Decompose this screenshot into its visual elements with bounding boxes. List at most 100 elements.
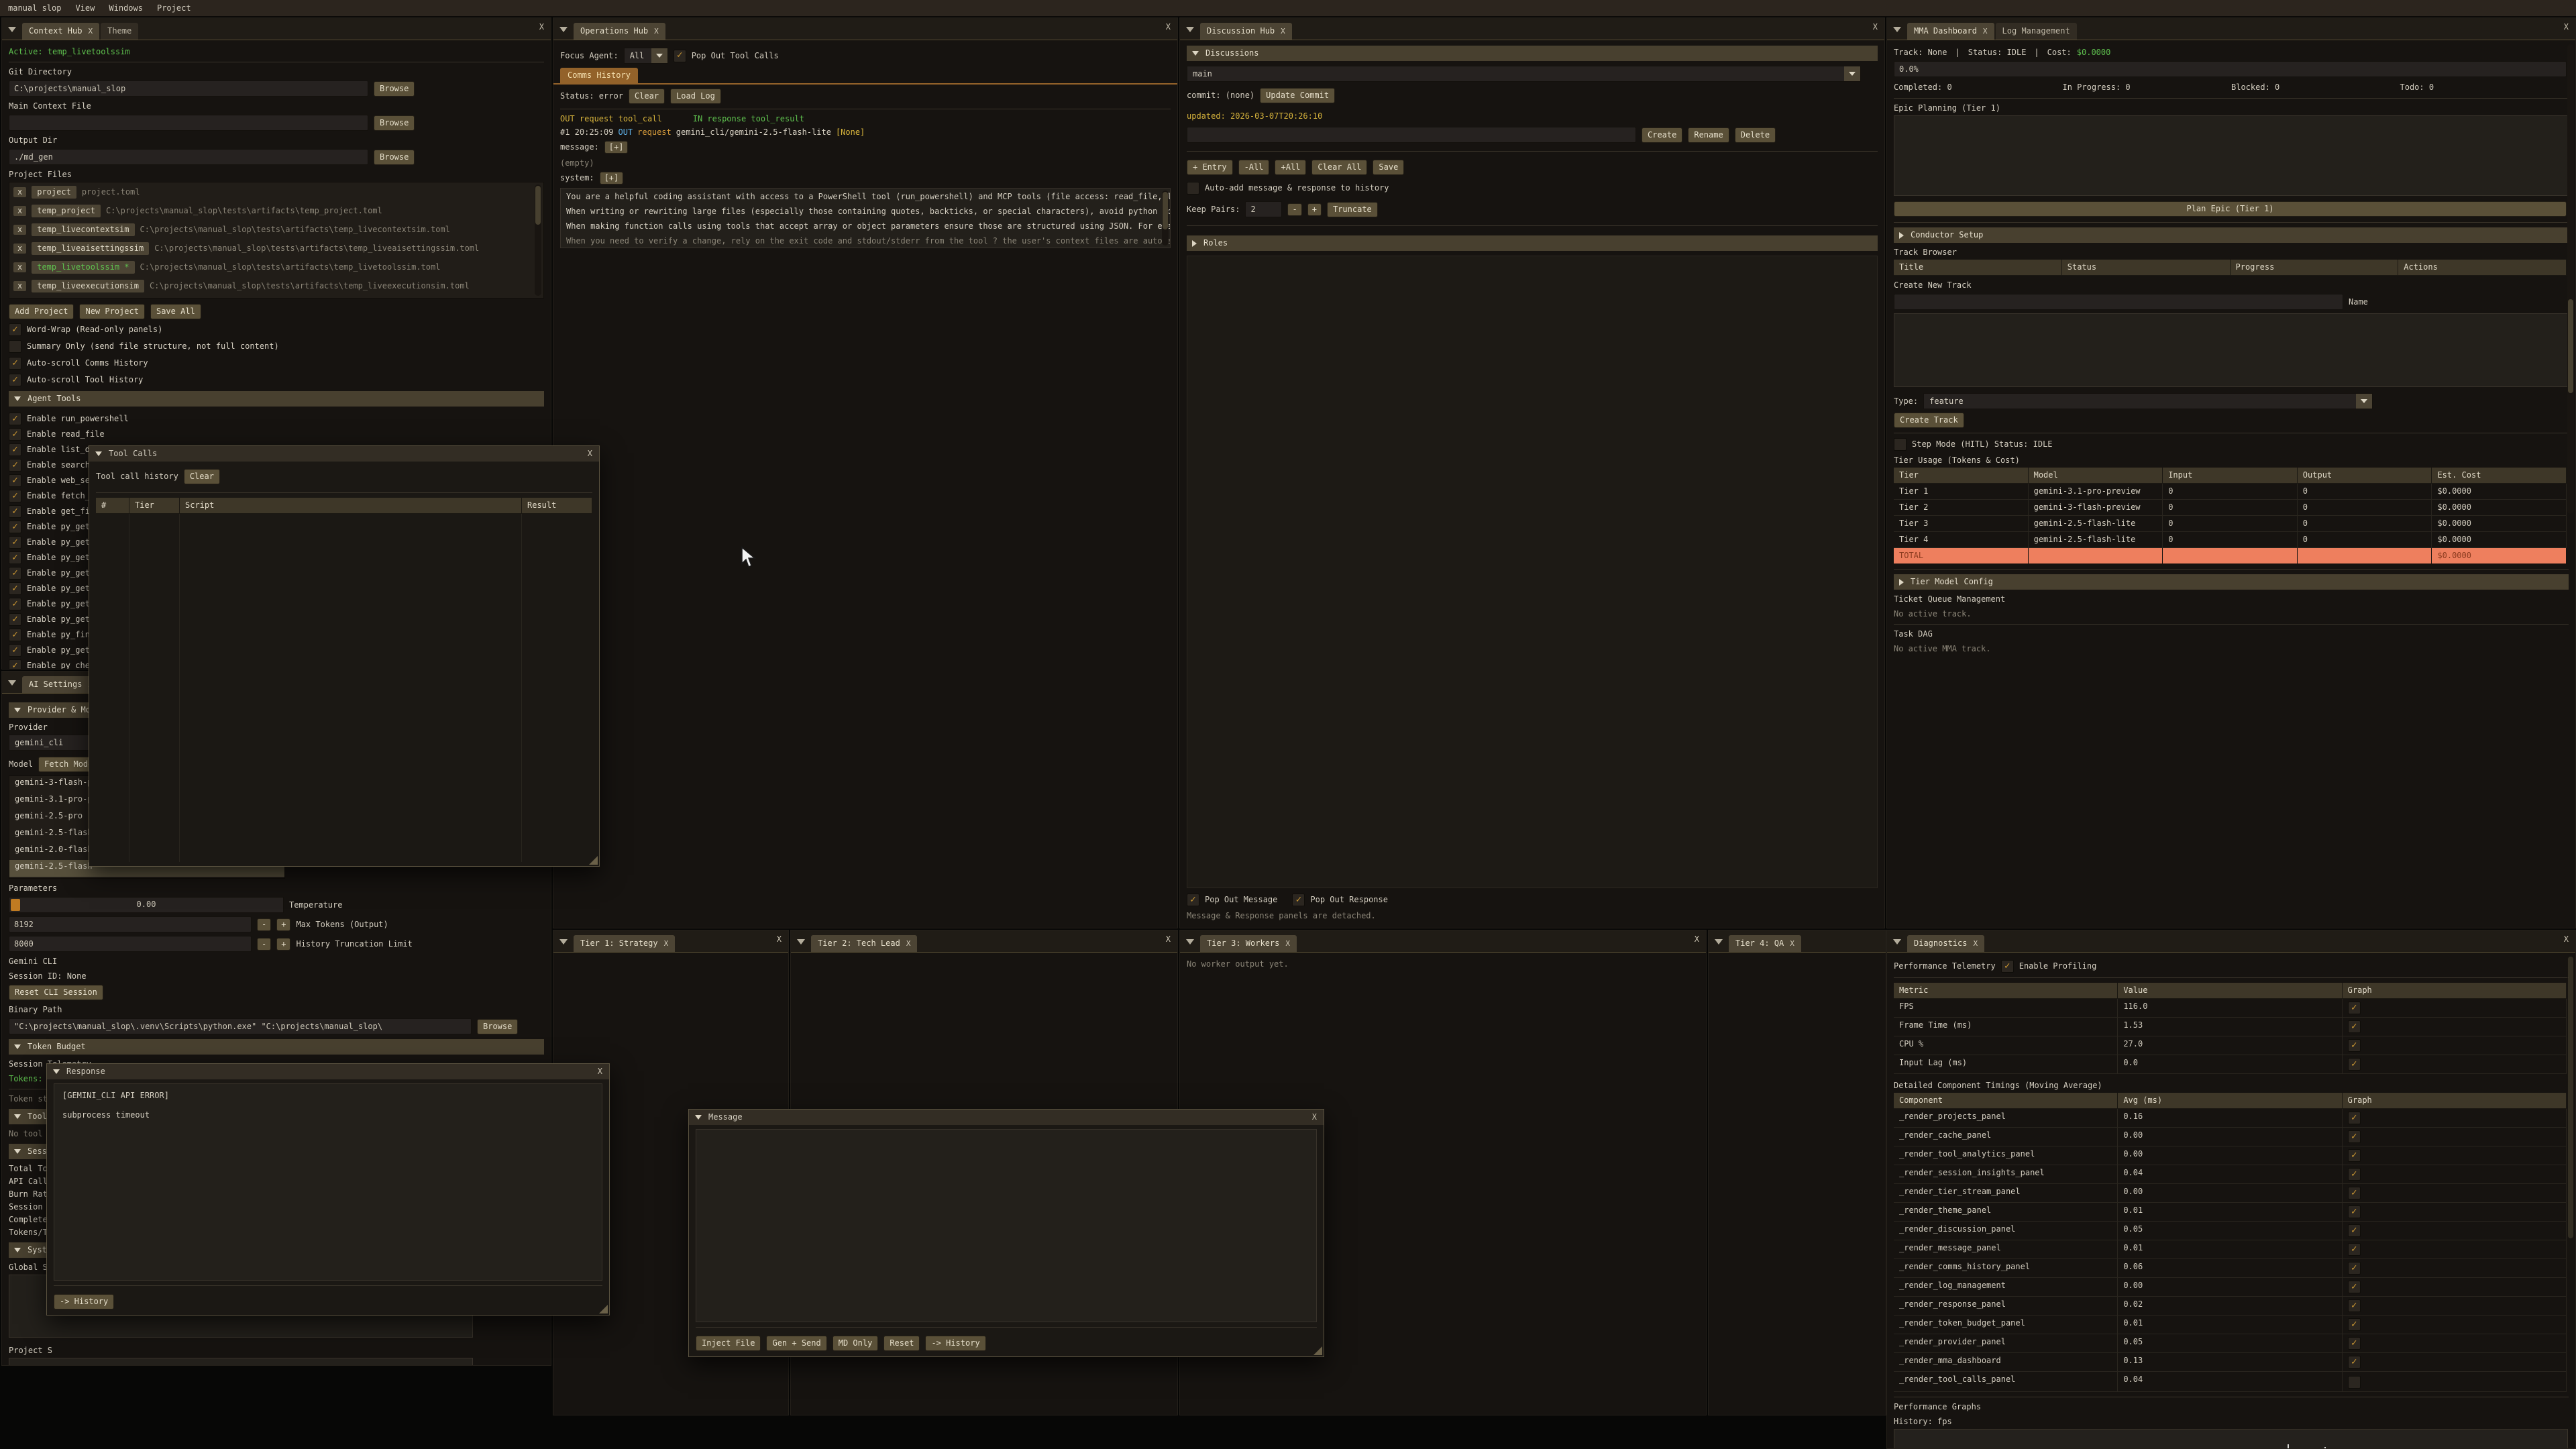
response-text[interactable]: [GEMINI_CLI API ERROR] subprocess timeou…: [54, 1083, 602, 1281]
tier-model-config-header[interactable]: Tier Model Config: [1894, 574, 2569, 590]
new-project-button[interactable]: New Project: [79, 304, 144, 319]
tab-operations-hub[interactable]: Operations HubX: [574, 23, 665, 40]
checkbox[interactable]: [9, 551, 21, 564]
close-icon[interactable]: X: [654, 27, 659, 36]
close-icon[interactable]: X: [664, 939, 669, 949]
track-description-input[interactable]: [1894, 313, 2568, 387]
window-menu-icon[interactable]: [553, 19, 574, 40]
save-button[interactable]: Save: [1373, 160, 1404, 175]
checkbox[interactable]: [2348, 1168, 2361, 1181]
tab-context-hub[interactable]: Context HubX: [22, 23, 99, 40]
checkbox[interactable]: [2348, 1281, 2361, 1293]
collapse-icon[interactable]: [53, 1069, 60, 1074]
scrollbar[interactable]: [2567, 955, 2574, 1271]
close-icon[interactable]: X: [598, 1067, 602, 1077]
main-context-file-input[interactable]: [9, 115, 368, 131]
git-directory-input[interactable]: C:\projects\manual_slop: [9, 80, 368, 97]
expand-all-button[interactable]: +All: [1275, 160, 1306, 175]
tab-ai-settings[interactable]: AI SettingsX: [22, 676, 99, 693]
checkbox[interactable]: [2348, 1224, 2361, 1237]
add-project-button[interactable]: Add Project: [9, 304, 74, 319]
checkbox[interactable]: [9, 536, 21, 549]
tab-log-management[interactable]: Log Management: [1996, 23, 2077, 40]
checkbox[interactable]: [2348, 1205, 2361, 1218]
checkbox[interactable]: [1292, 894, 1305, 906]
delete-button[interactable]: Delete: [1735, 127, 1776, 143]
checkbox[interactable]: [9, 443, 21, 456]
scrollbar-thumb[interactable]: [2568, 299, 2573, 393]
project-tag-button[interactable]: temp_liveaisettingssim: [32, 242, 149, 255]
checkbox[interactable]: [2348, 1376, 2361, 1389]
collapse-icon[interactable]: [95, 451, 102, 456]
keep-pairs-input[interactable]: 2: [1245, 201, 1282, 217]
conductor-setup-header[interactable]: Conductor Setup: [1894, 227, 2569, 243]
close-icon[interactable]: X: [1166, 22, 1171, 32]
plan-epic-button[interactable]: Plan Epic (Tier 1): [1894, 201, 2567, 217]
checkbox[interactable]: [9, 357, 21, 370]
project-file-row[interactable]: x: [9, 295, 543, 299]
checkbox[interactable]: [2348, 1356, 2361, 1368]
close-icon[interactable]: X: [1285, 939, 1290, 949]
tab-theme[interactable]: Theme: [101, 23, 138, 40]
project-system-prompt-input[interactable]: [9, 1358, 473, 1365]
close-icon[interactable]: X: [1281, 27, 1285, 36]
close-icon[interactable]: X: [88, 27, 93, 36]
md-only-button[interactable]: MD Only: [833, 1336, 879, 1351]
project-file-row[interactable]: x temp_liveaisettingssim C:\projects\man…: [9, 239, 543, 258]
checkbox[interactable]: [2348, 1337, 2361, 1350]
track-type-combo[interactable]: feature: [1923, 393, 2373, 409]
tab-tier3[interactable]: Tier 3: WorkersX: [1200, 935, 1297, 952]
checkbox[interactable]: [9, 629, 21, 641]
project-file-row[interactable]: x temp_liveexecutionsim C:\projects\manu…: [9, 276, 543, 295]
checkbox[interactable]: [9, 521, 21, 533]
message-input[interactable]: [696, 1129, 1317, 1322]
expand-message-button[interactable]: [+]: [604, 141, 629, 154]
close-icon[interactable]: X: [1973, 939, 1978, 949]
project-tag-button[interactable]: temp_livecontextsim: [32, 223, 134, 236]
checkbox[interactable]: [2348, 1020, 2361, 1033]
window-menu-icon[interactable]: [1887, 19, 1907, 40]
tab-tier2[interactable]: Tier 2: Tech LeadX: [811, 935, 917, 952]
clear-all-button[interactable]: Clear All: [1311, 160, 1367, 175]
remove-file-button[interactable]: x: [13, 206, 26, 216]
discussion-entries-region[interactable]: [1187, 256, 1878, 888]
tab-comms-history[interactable]: Comms History: [560, 68, 638, 83]
project-tag-button[interactable]: temp_project: [32, 205, 101, 217]
scrollbar[interactable]: [2567, 44, 2574, 514]
window-menu-icon[interactable]: [1887, 932, 1907, 952]
window-menu-icon[interactable]: [791, 932, 811, 952]
close-icon[interactable]: X: [1873, 22, 1878, 32]
checkbox[interactable]: [2348, 1262, 2361, 1275]
window-menu-icon[interactable]: [2, 673, 22, 693]
discussions-header[interactable]: Discussions: [1187, 46, 1878, 61]
scrollbar[interactable]: [1162, 191, 1169, 246]
checkbox[interactable]: [9, 374, 21, 386]
plus-button[interactable]: +: [1307, 203, 1322, 216]
checkbox[interactable]: [9, 659, 21, 669]
expand-system-button[interactable]: [+]: [600, 172, 624, 184]
minus-button[interactable]: -: [1287, 203, 1301, 216]
checkbox[interactable]: [9, 323, 21, 336]
window-menu-icon[interactable]: [2, 19, 22, 40]
checkbox[interactable]: [2348, 1039, 2361, 1052]
checkbox[interactable]: [2348, 1299, 2361, 1312]
remove-file-button[interactable]: x: [13, 187, 26, 197]
checkbox[interactable]: [9, 644, 21, 657]
remove-file-button[interactable]: x: [13, 281, 26, 291]
save-all-button[interactable]: Save All: [150, 304, 201, 319]
minus-button[interactable]: -: [257, 938, 271, 951]
close-icon[interactable]: X: [2564, 934, 2569, 945]
response-titlebar[interactable]: Response X: [47, 1064, 609, 1079]
message-titlebar[interactable]: Message X: [689, 1110, 1324, 1125]
resize-grip[interactable]: [1313, 1346, 1322, 1355]
menu-item[interactable]: Windows: [109, 3, 143, 13]
close-icon[interactable]: X: [539, 22, 544, 32]
remove-file-button[interactable]: x: [13, 262, 26, 272]
checkbox[interactable]: [2348, 1058, 2361, 1071]
project-file-row[interactable]: x project project.toml: [9, 182, 543, 201]
scrollbar-thumb[interactable]: [1163, 192, 1168, 229]
checkbox[interactable]: [2348, 1187, 2361, 1199]
close-icon[interactable]: X: [1790, 939, 1794, 949]
reset-cli-session-button[interactable]: Reset CLI Session: [9, 985, 103, 1000]
project-tag-button[interactable]: temp_liveexecutionsim: [32, 280, 144, 292]
